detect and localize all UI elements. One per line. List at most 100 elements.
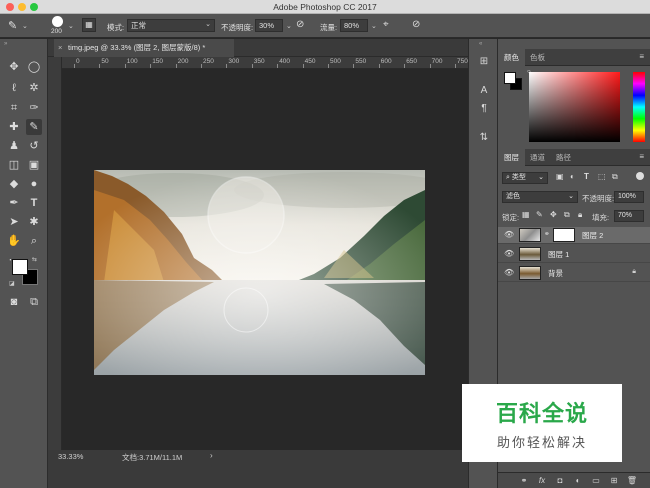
chevron-down-icon[interactable]: ⌄ [371, 22, 377, 30]
hand-tool-icon[interactable]: ✋ [6, 233, 22, 249]
add-mask-icon[interactable]: ◘ [554, 475, 566, 487]
type-tool-icon[interactable]: T [26, 195, 42, 211]
dodge-tool-icon[interactable]: ● [26, 176, 42, 192]
actions-panel-icon[interactable]: ⇅ [477, 131, 491, 145]
layer-style-icon[interactable]: fx [536, 475, 548, 487]
color-field[interactable]: ○ [527, 69, 620, 142]
foreground-color-swatch[interactable] [12, 259, 28, 275]
layer-name[interactable]: 背景 [548, 268, 563, 279]
magic-wand-tool-icon[interactable]: ✲ [26, 80, 42, 96]
character-panel-icon[interactable]: A [477, 84, 491, 98]
gradient-tool-icon[interactable]: ▣ [26, 157, 42, 173]
layer-name[interactable]: 图层 2 [582, 230, 603, 241]
horizontal-ruler[interactable]: 0 50 100 150 200 250 300 350 400 450 500 550 600 650 7… [62, 57, 468, 69]
lock-all-icon[interactable]: 🔒︎ [578, 210, 582, 220]
ruler-tick-label: 50 [101, 58, 109, 65]
zoom-level[interactable]: 33.33% [58, 452, 83, 461]
chevron-down-icon[interactable]: ⌄ [286, 22, 292, 30]
lock-artboard-icon[interactable]: ⧉ [564, 210, 570, 220]
crop-tool-icon[interactable]: ⌗ [6, 100, 22, 116]
layer-row[interactable]: 👁︎ ⚭ 图层 2 [498, 227, 650, 244]
color-panel-foreground-swatch[interactable] [504, 72, 516, 84]
eyedropper-tool-icon[interactable]: ✑ [26, 100, 42, 116]
healing-brush-tool-icon[interactable]: ✚ [6, 119, 22, 135]
quick-mask-icon[interactable]: ◙ [6, 294, 22, 310]
layer-name[interactable]: 图层 1 [548, 249, 569, 260]
opacity-field[interactable]: 30% [255, 19, 283, 32]
panel-menu-icon[interactable]: ≡ [639, 152, 644, 161]
adjustment-layer-icon[interactable]: ◐ [572, 475, 584, 487]
chevron-down-icon[interactable]: ⌄ [68, 22, 74, 30]
screen-mode-icon[interactable]: ⧉ [26, 294, 42, 310]
document-image[interactable] [94, 170, 425, 375]
link-layers-icon[interactable]: ⚭ [518, 475, 530, 487]
hue-slider[interactable] [633, 72, 645, 142]
flow-field[interactable]: 80% [340, 19, 368, 32]
layer-thumbnail[interactable] [519, 247, 541, 261]
color-picker-marker-icon[interactable]: ○ [527, 69, 531, 75]
brush-tool-icon[interactable]: ✎ [26, 119, 42, 135]
new-group-icon[interactable]: ▭ [590, 475, 602, 487]
filter-toggle-icon[interactable] [636, 172, 644, 180]
brush-panel-toggle-icon[interactable]: ▦ [82, 18, 96, 32]
move-tool-icon[interactable]: ✥ [6, 59, 22, 75]
filter-type-icon[interactable]: T [584, 172, 589, 181]
tab-swatches[interactable]: 色板 [524, 49, 551, 66]
layer-row[interactable]: 👁︎ 图层 1 [498, 246, 650, 263]
history-panel-icon[interactable]: ⊞ [477, 55, 491, 69]
paragraph-panel-icon[interactable]: ¶ [477, 102, 491, 116]
path-selection-tool-icon[interactable]: ➤ [6, 214, 22, 230]
default-colors-icon[interactable]: ◪ [9, 280, 15, 287]
filter-shape-icon[interactable]: ⬚ [598, 172, 606, 181]
document-tab[interactable]: × timg.jpeg @ 33.3% (图层 2, 图层蒙版/8) * [54, 39, 234, 57]
visibility-eye-icon[interactable]: 👁︎ [504, 230, 514, 239]
collapse-icon[interactable]: « [479, 41, 482, 47]
marquee-tool-icon[interactable]: ◯ [26, 59, 42, 75]
custom-shape-tool-icon[interactable]: ✱ [26, 214, 42, 230]
mask-link-icon[interactable]: ⚭ [544, 230, 550, 238]
blur-tool-icon[interactable]: ◆ [6, 176, 22, 192]
lasso-tool-icon[interactable]: ℓ [6, 80, 22, 96]
chevron-right-icon[interactable]: › [210, 451, 213, 460]
clone-stamp-tool-icon[interactable]: ♟ [6, 138, 22, 154]
pressure-opacity-icon[interactable]: ⊘ [296, 19, 304, 30]
history-brush-tool-icon[interactable]: ↺ [26, 138, 42, 154]
layer-mask-thumbnail[interactable] [553, 228, 575, 242]
layer-thumbnail[interactable] [519, 266, 541, 280]
lock-image-icon[interactable]: ✎ [536, 210, 543, 219]
chevron-down-icon[interactable]: ⌄ [22, 22, 28, 30]
swap-colors-icon[interactable]: ⇆ [32, 256, 37, 263]
close-icon[interactable]: × [58, 39, 62, 57]
new-layer-icon[interactable]: ⊞ [608, 475, 620, 487]
filter-adjustment-icon[interactable]: ◐ [570, 172, 575, 181]
vertical-ruler[interactable] [48, 57, 62, 450]
fill-field[interactable]: 70% [614, 210, 644, 222]
pen-tool-icon[interactable]: ✒ [6, 195, 22, 211]
layer-row[interactable]: 👁︎ 背景 🔒︎ [498, 265, 650, 282]
brush-preview-icon[interactable] [52, 16, 63, 27]
tab-channels[interactable]: 通道 [524, 149, 551, 166]
tab-layers[interactable]: 图层 [498, 149, 525, 166]
visibility-eye-icon[interactable]: 👁︎ [504, 249, 514, 258]
tab-color[interactable]: 颜色 [498, 49, 525, 66]
collapse-icon[interactable]: » [4, 41, 7, 47]
mode-select[interactable]: 正常 ⌄ [127, 19, 215, 32]
tab-paths[interactable]: 路径 [550, 149, 577, 166]
lock-position-icon[interactable]: ✥ [550, 210, 557, 219]
filter-smart-object-icon[interactable]: ⧉ [612, 172, 618, 182]
filter-pixel-icon[interactable]: ▣ [556, 172, 564, 181]
trash-icon[interactable]: 🗑︎ [626, 475, 638, 487]
blend-mode-select[interactable]: 滤色 ⌄ [502, 191, 578, 203]
pressure-size-icon[interactable]: ⊘ [412, 19, 420, 30]
layer-opacity-field[interactable]: 100% [614, 191, 644, 203]
layer-thumbnail[interactable] [519, 228, 541, 242]
brush-tool-icon[interactable]: ✎ [8, 19, 17, 32]
airbrush-icon[interactable]: ⌖ [383, 19, 389, 30]
lock-transparent-icon[interactable]: ▦ [522, 210, 530, 219]
zoom-tool-icon[interactable]: ⌕ [26, 233, 42, 249]
eraser-tool-icon[interactable]: ◫ [6, 157, 22, 173]
visibility-eye-icon[interactable]: 👁︎ [504, 268, 514, 277]
ruler-tick-mark [251, 64, 253, 68]
panel-menu-icon[interactable]: ≡ [639, 52, 644, 61]
layer-filter-select[interactable]: ⌕ 类型 ⌄ [502, 172, 548, 184]
